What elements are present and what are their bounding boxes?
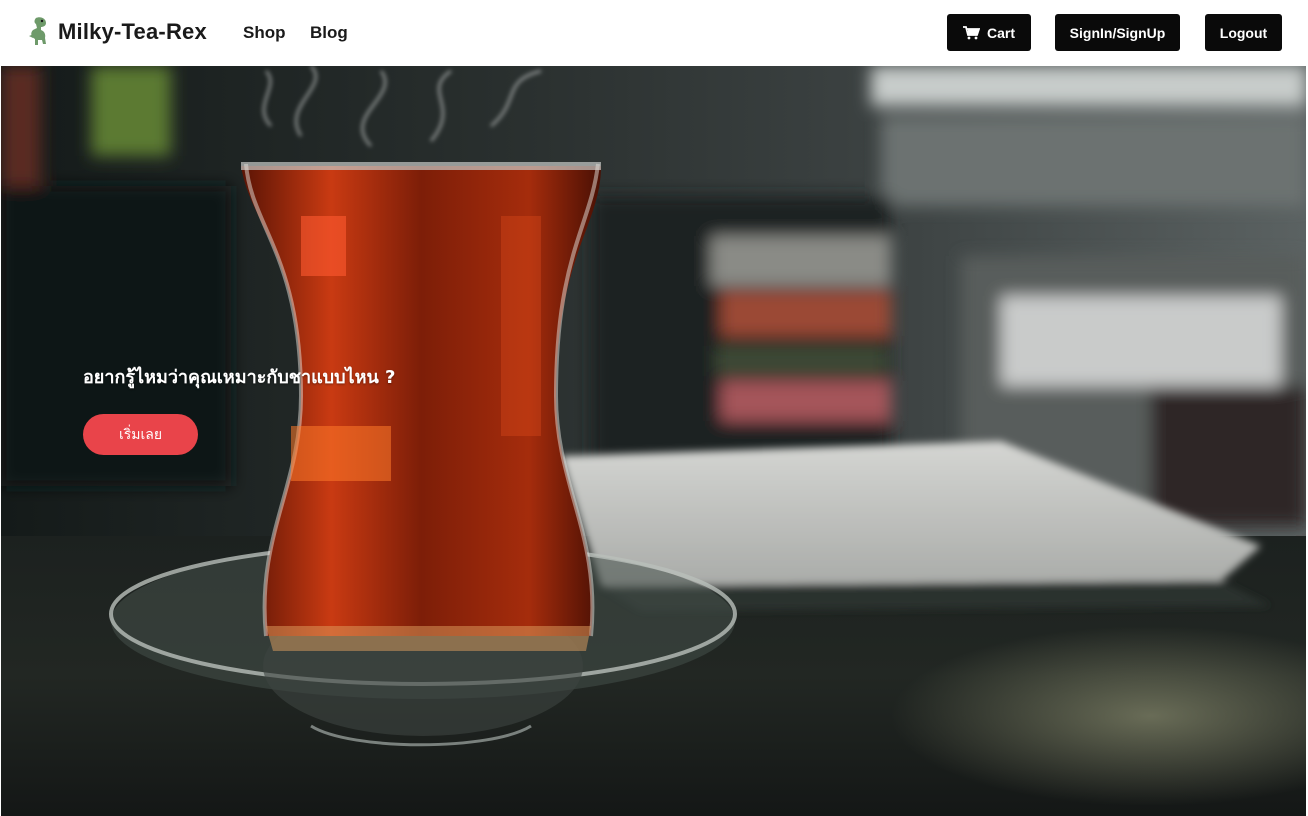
signin-signup-button[interactable]: SignIn/SignUp <box>1055 14 1180 51</box>
logout-label: Logout <box>1219 24 1268 41</box>
brand-name: Milky-Tea-Rex <box>58 19 207 44</box>
nav-link-shop[interactable]: Shop <box>243 23 286 43</box>
logout-button[interactable]: Logout <box>1205 14 1282 51</box>
start-button-label: เริ่มเลย <box>118 426 163 443</box>
cart-icon <box>962 25 980 39</box>
brand-link[interactable]: Milky-Tea-Rex <box>26 16 207 48</box>
dinosaur-logo-icon <box>29 17 46 45</box>
nav-link-blog[interactable]: Blog <box>310 23 348 43</box>
hero-headline: อยากรู้ไหมว่าคุณเหมาะกับชาแบบไหน ? <box>83 367 396 388</box>
signin-signup-label: SignIn/SignUp <box>1069 24 1166 41</box>
start-button[interactable]: เริ่มเลย <box>83 414 198 455</box>
top-navbar: Milky-Tea-Rex Shop Blog Cart SignIn/Sign… <box>0 0 1308 66</box>
cart-button-label: Cart <box>986 24 1015 41</box>
hero-banner: อยากรู้ไหมว่าคุณเหมาะกับชาแบบไหน ? เริ่ม… <box>1 66 1306 816</box>
cart-button[interactable]: Cart <box>947 14 1031 51</box>
